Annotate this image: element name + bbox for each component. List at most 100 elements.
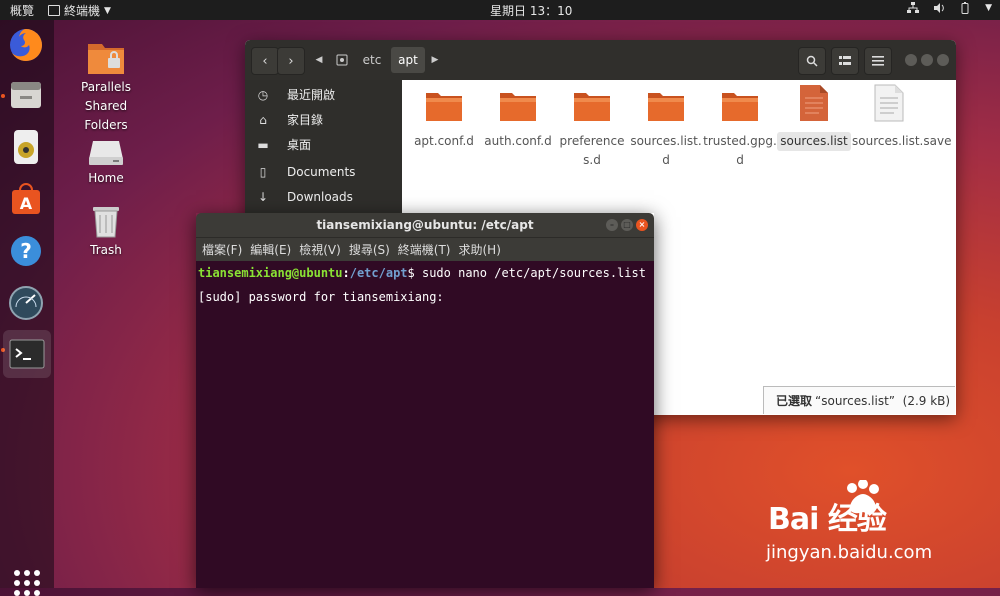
sidebar-item-downloads[interactable]: ↓ Downloads [245, 184, 402, 209]
document-icon: ▯ [259, 164, 267, 179]
show-applications-icon [14, 570, 20, 576]
file-label: apt.conf.d [414, 134, 474, 148]
search-icon [806, 55, 818, 67]
system-tray[interactable]: ▼ [907, 2, 992, 14]
file-manager-headerbar: ‹ › ◀ etc apt ▶ [245, 40, 956, 80]
text-file-icon [874, 84, 904, 122]
text-file-icon [800, 85, 828, 121]
chevron-down-icon: ▼ [104, 5, 111, 16]
menu-view[interactable]: 檢視(V) [299, 241, 341, 258]
terminal-command-line: tiansemixiang@ubuntu:/etc/apt$ sudo nano… [198, 266, 646, 280]
sidebar-item-documents[interactable]: ▯ Documents [245, 159, 402, 184]
selection-status: 已選取 “sources.list” (2.9 kB) [763, 386, 955, 414]
show-applications-button[interactable] [14, 570, 40, 596]
file-label: trusted.gpg.d [703, 134, 777, 167]
file-label: sources.list [777, 132, 851, 151]
dock: A ? [0, 20, 54, 596]
menu-search[interactable]: 搜尋(S) [349, 241, 390, 258]
folder-icon [722, 93, 758, 121]
chevron-right-icon: › [288, 53, 294, 69]
menu-terminal[interactable]: 終端機(T) [398, 241, 451, 258]
search-button[interactable] [798, 47, 826, 75]
sidebar-item-label: 最近開啟 [287, 88, 336, 102]
chevron-left-icon: ‹ [262, 53, 268, 69]
file-item-trusted-gpg-d[interactable]: trusted.gpg.d [703, 90, 777, 170]
desktop-icon: ▬ [257, 137, 269, 152]
folder-icon [500, 93, 536, 121]
status-prefix: 已選取 [776, 394, 813, 408]
terminal-window: tiansemixiang@ubuntu: /etc/apt – □ × 檔案(… [196, 213, 654, 588]
chevron-down-icon: ▼ [985, 3, 992, 13]
dock-software[interactable]: A [5, 178, 47, 220]
terminal-titlebar[interactable]: tiansemixiang@ubuntu: /etc/apt – □ × [196, 213, 654, 237]
status-filename: “sources.list” [815, 393, 895, 408]
watermark-brand: Bai 经验 [768, 502, 887, 537]
file-item-auth-conf-d[interactable]: auth.conf.d [481, 90, 555, 151]
caret-right-icon: ▶ [431, 55, 439, 65]
drive-icon [87, 137, 125, 167]
activities-button[interactable]: 概覽 [10, 2, 34, 19]
volume-icon [934, 3, 944, 13]
path-scroll-right[interactable]: ▶ [429, 47, 441, 73]
list-view-icon [839, 56, 851, 65]
app-menu-label: 終端機 [64, 4, 101, 18]
sidebar-item-desktop[interactable]: ▬ 桌面 [245, 132, 402, 157]
desktop-icon-shared-folders[interactable]: Parallels Shared Folders [66, 38, 146, 135]
app-menu[interactable]: 終端機 ▼ [48, 2, 111, 19]
dock-rhythmbox[interactable] [5, 126, 47, 168]
dock-files[interactable] [5, 74, 47, 116]
watermark-url: jingyan.baidu.com [766, 542, 933, 563]
sidebar-item-recent[interactable]: ◷ 最近開啟 [245, 82, 402, 107]
dock-help[interactable]: ? [5, 230, 47, 272]
path-scroll-left[interactable]: ◀ [313, 47, 325, 73]
path-root-button[interactable] [329, 47, 355, 73]
menu-file[interactable]: 檔案(F) [202, 241, 242, 258]
terminal-command: $ sudo nano /etc/apt/sources.list [407, 266, 646, 280]
desktop-icon-trash[interactable]: Trash [66, 203, 146, 260]
download-icon: ↓ [257, 189, 269, 204]
file-item-sources-list[interactable]: sources.list [777, 84, 851, 151]
recent-icon: ◷ [257, 87, 269, 102]
desktop-icon-label: Home [88, 171, 124, 185]
sidebar-item-label: 桌面 [287, 138, 312, 152]
terminal-output[interactable]: tiansemixiang@ubuntu:/etc/apt$ sudo nano… [196, 261, 654, 588]
forward-button[interactable]: › [277, 47, 305, 75]
terminal-title: tiansemixiang@ubuntu: /etc/apt [316, 218, 534, 232]
breadcrumb-etc[interactable]: etc [357, 47, 387, 73]
close-button[interactable] [937, 54, 949, 66]
desktop-icon-label: Parallels Shared Folders [81, 80, 131, 132]
prompt-user: tiansemixiang@ubuntu [198, 266, 343, 280]
maximize-button[interactable]: □ [621, 219, 633, 231]
maximize-button[interactable] [921, 54, 933, 66]
firefox-icon [10, 29, 42, 61]
terminal-icon [48, 5, 60, 16]
file-item-preferences-d[interactable]: preferences.d [555, 90, 629, 170]
minimize-button[interactable]: – [606, 219, 618, 231]
minimize-button[interactable] [905, 54, 917, 66]
home-icon: ⌂ [259, 112, 267, 127]
desktop-icon-home[interactable]: Home [66, 137, 146, 188]
dock-firefox[interactable] [5, 24, 47, 66]
dock-terminal[interactable] [3, 330, 51, 378]
file-item-sources-list-save[interactable]: sources.list.save [852, 84, 952, 151]
file-label: auth.conf.d [484, 134, 552, 148]
folder-icon [426, 93, 462, 121]
folder-icon [648, 93, 684, 121]
view-toggle-button[interactable] [831, 47, 859, 75]
file-item-sources-list-d[interactable]: sources.list.d [629, 90, 703, 170]
menu-button[interactable] [864, 47, 892, 75]
dock-time-machine[interactable] [5, 282, 47, 324]
time-machine-icon [9, 286, 43, 320]
sidebar-item-home[interactable]: ⌂ 家目錄 [245, 107, 402, 132]
back-button[interactable]: ‹ [251, 47, 279, 75]
file-label: sources.list.save [852, 134, 952, 148]
close-button[interactable]: × [636, 219, 648, 231]
sidebar-item-label: Downloads [287, 189, 353, 204]
breadcrumb-apt[interactable]: apt [391, 47, 425, 73]
clock[interactable]: 星期日 13：10 [490, 2, 572, 19]
file-label: preferences.d [559, 134, 625, 167]
shared-folder-icon [86, 38, 126, 76]
menu-edit[interactable]: 編輯(E) [250, 241, 291, 258]
menu-help[interactable]: 求助(H) [459, 241, 501, 258]
file-item-apt-conf-d[interactable]: apt.conf.d [407, 90, 481, 151]
